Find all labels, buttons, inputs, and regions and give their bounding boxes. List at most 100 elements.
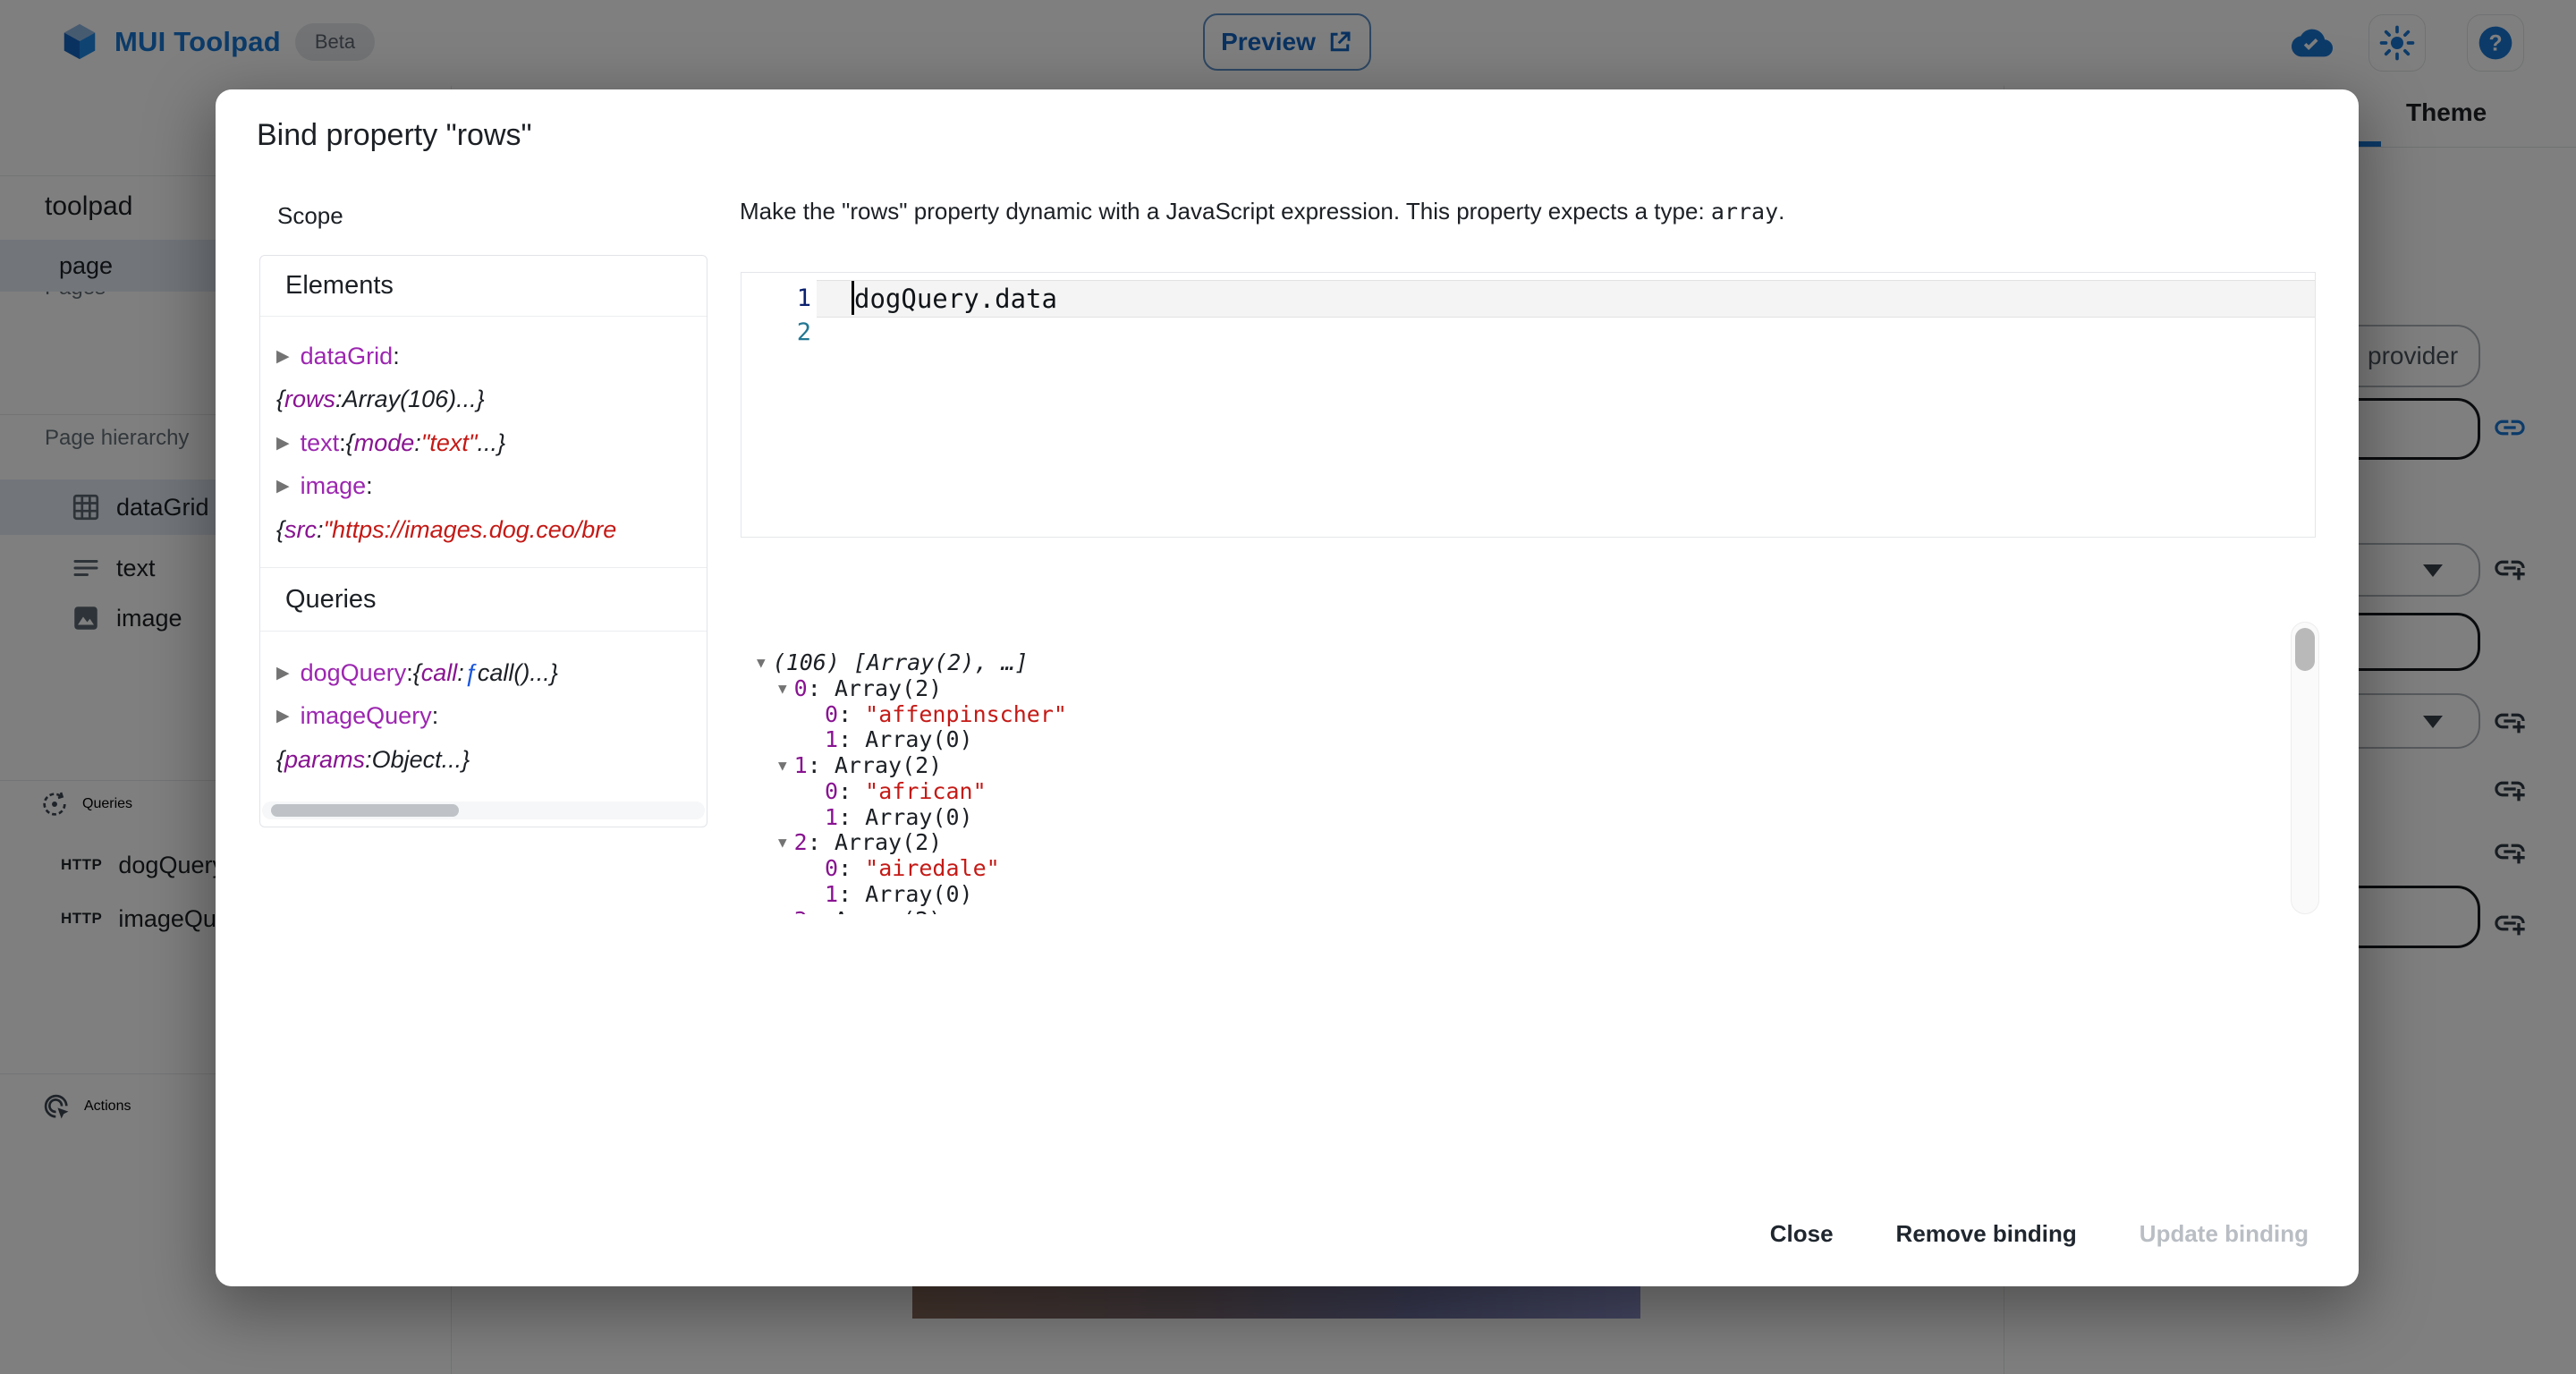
expander-triangle-icon[interactable]: ▶ — [276, 346, 290, 367]
tree-line: 1: Array(0) — [748, 726, 2501, 752]
code-line-1: dogQuery.data — [854, 284, 1057, 314]
syntax-segment: : — [838, 726, 865, 752]
tree-line[interactable]: ▶ dataGrid: — [260, 335, 707, 378]
syntax-segment: 0 — [825, 778, 838, 804]
syntax-segment: Array(2) — [835, 907, 942, 914]
tree-line: {src: "https://images.dog.ceo/bre — [260, 508, 707, 552]
syntax-segment: dataGrid — [301, 343, 394, 370]
expected-type: array — [1711, 199, 1778, 225]
update-binding-button[interactable]: Update binding — [2120, 1206, 2328, 1262]
syntax-segment: Array(0) — [865, 804, 972, 830]
dialog-actions: Close Remove binding Update binding — [1750, 1206, 2328, 1262]
syntax-segment: : — [808, 675, 835, 701]
syntax-segment: src — [284, 516, 317, 544]
toolpad-app: MUI Toolpad Beta Preview — [0, 0, 2576, 1374]
expander-triangle-icon[interactable]: ▼ — [778, 757, 787, 774]
syntax-segment: : — [838, 881, 865, 907]
tree-line[interactable]: ▶dogQuery: {call: ƒ call()...} — [260, 651, 707, 695]
syntax-segment: 1 — [825, 726, 838, 752]
line-number-2: 2 — [741, 318, 811, 346]
syntax-segment: mode — [354, 429, 415, 457]
tree-line[interactable]: ▼ 1: Array(2) — [748, 752, 2501, 778]
tree-line: 1: Array(0) — [748, 804, 2501, 830]
bind-property-dialog: Bind property "rows" Scope Elements ▶dat… — [216, 89, 2359, 1286]
syntax-segment: "african" — [865, 778, 986, 804]
tree-line[interactable]: ▶text: {mode: "text"...} — [260, 421, 707, 465]
syntax-segment: ...} — [477, 429, 505, 457]
syntax-segment: { — [276, 516, 284, 544]
tree-line[interactable]: ▶ imageQuery: — [260, 695, 707, 739]
syntax-segment: Array(106)...} — [343, 386, 485, 413]
syntax-segment: Array(2) — [835, 752, 942, 778]
divider — [260, 316, 707, 317]
elements-header: Elements — [260, 256, 707, 316]
syntax-segment: : — [317, 516, 324, 544]
syntax-segment: : — [838, 701, 865, 727]
horizontal-scrollbar[interactable] — [262, 802, 705, 819]
syntax-segment: : — [335, 386, 343, 413]
syntax-segment: "affenpinscher" — [865, 701, 1067, 727]
close-button[interactable]: Close — [1750, 1206, 1853, 1262]
expander-triangle-icon[interactable]: ▼ — [778, 912, 787, 914]
tree-line[interactable]: ▶image: — [260, 465, 707, 509]
syntax-segment: dogQuery — [301, 659, 407, 687]
expander-triangle-icon[interactable]: ▶ — [276, 706, 290, 726]
syntax-segment: image — [301, 472, 367, 500]
syntax-segment: : — [838, 855, 865, 881]
syntax-segment: "https://images.dog.ceo/bre — [324, 516, 617, 544]
tree-line: {params: Object...} — [260, 738, 707, 782]
syntax-segment: imageQuery — [301, 702, 432, 730]
syntax-segment: call()...} — [478, 659, 558, 687]
syntax-segment: { — [346, 429, 354, 457]
tree-line[interactable]: ▼ 3: Array(2) — [748, 907, 2501, 914]
syntax-segment: { — [276, 746, 284, 774]
expander-triangle-icon[interactable]: ▼ — [778, 680, 787, 697]
syntax-segment: : — [406, 659, 413, 687]
syntax-segment: : — [339, 429, 346, 457]
syntax-segment: "text" — [421, 429, 478, 457]
line-number-1: 1 — [741, 284, 811, 312]
expander-triangle-icon[interactable]: ▶ — [276, 476, 290, 496]
js-expression-editor[interactable]: 1 2 dogQuery.data — [741, 272, 2316, 538]
scope-panel: Elements ▶dataGrid:{rows: Array(106)...}… — [259, 255, 708, 827]
tree-line: {rows: Array(106)...} — [260, 378, 707, 422]
tree-line: 0: "african" — [748, 778, 2501, 804]
syntax-segment: Array(2) — [835, 829, 942, 855]
syntax-segment: Array(2) — [835, 675, 942, 701]
expander-triangle-icon[interactable]: ▶ — [276, 663, 290, 683]
syntax-segment: Object...} — [372, 746, 470, 774]
syntax-segment: : — [808, 829, 835, 855]
syntax-segment: 1 — [794, 752, 808, 778]
tree-line: 1: Array(0) — [748, 881, 2501, 907]
syntax-segment: Array(0) — [865, 726, 972, 752]
scrollbar-thumb[interactable] — [2295, 628, 2315, 671]
expander-triangle-icon[interactable]: ▼ — [778, 834, 787, 851]
scrollbar-thumb[interactable] — [271, 804, 459, 817]
description-text: Make the "rows" property dynamic with a … — [740, 198, 1711, 225]
vertical-scrollbar[interactable] — [2291, 622, 2319, 914]
syntax-segment: : — [432, 702, 439, 730]
expander-triangle-icon[interactable]: ▶ — [276, 433, 290, 454]
syntax-segment: : — [393, 343, 400, 370]
elements-tree[interactable]: ▶dataGrid:{rows: Array(106)...}▶text: {m… — [260, 335, 707, 552]
syntax-segment: : — [808, 752, 835, 778]
evaluation-preview[interactable]: ▼(106) [Array(2), …]▼0: Array(2)0: "affe… — [748, 649, 2501, 914]
syntax-segment: { — [276, 386, 284, 413]
syntax-segment: "airedale" — [865, 855, 1000, 881]
dialog-title: Bind property "rows" — [257, 118, 532, 153]
syntax-segment: 0 — [794, 675, 808, 701]
syntax-segment: : — [365, 746, 372, 774]
expander-triangle-icon[interactable]: ▼ — [757, 654, 766, 671]
queries-tree[interactable]: ▶dogQuery: {call: ƒ call()...}▶imageQuer… — [260, 651, 707, 782]
syntax-segment: : — [808, 907, 835, 914]
syntax-segment: : — [838, 804, 865, 830]
dialog-description: Make the "rows" property dynamic with a … — [740, 195, 2341, 228]
syntax-segment: 3 — [794, 907, 808, 914]
syntax-segment: 1 — [825, 804, 838, 830]
tree-line[interactable]: ▼(106) [Array(2), …] — [748, 649, 2501, 675]
tree-line[interactable]: ▼ 0: Array(2) — [748, 675, 2501, 701]
syntax-segment: 0 — [825, 855, 838, 881]
queries-header: Queries — [260, 568, 707, 631]
tree-line[interactable]: ▼2: Array(2) — [748, 830, 2501, 856]
remove-binding-button[interactable]: Remove binding — [1877, 1206, 2097, 1262]
